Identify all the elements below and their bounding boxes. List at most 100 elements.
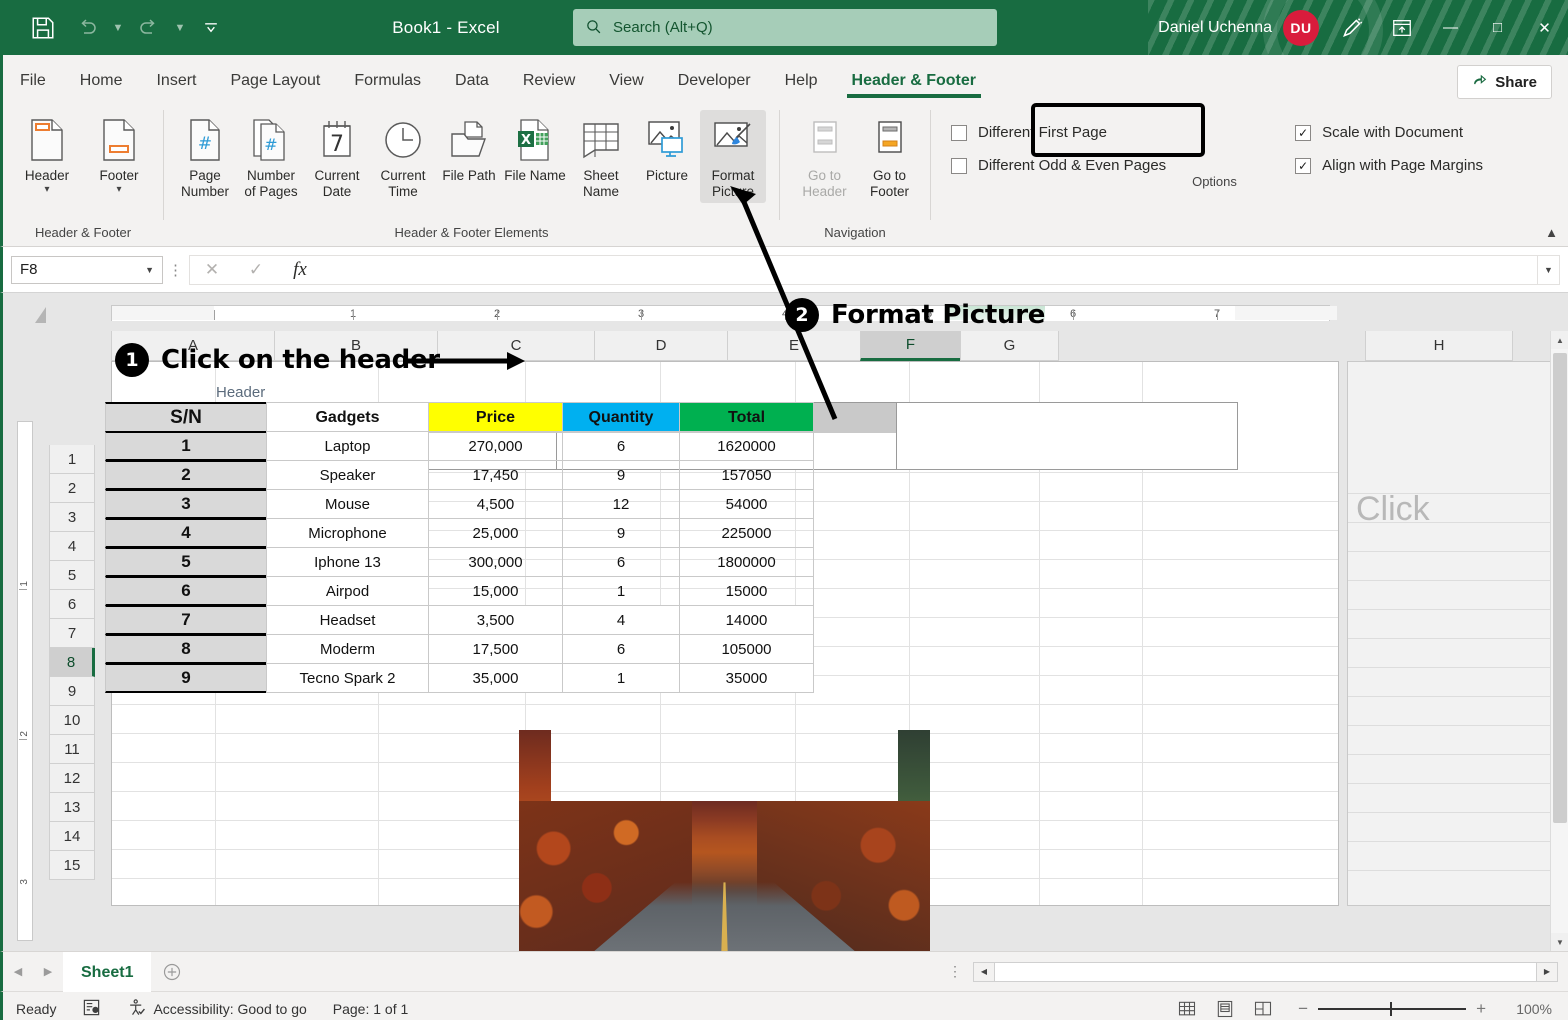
cell-quantity[interactable]: 9 (562, 518, 680, 548)
cell-price[interactable]: 17,450 (428, 460, 563, 490)
search-box[interactable] (573, 9, 997, 46)
cell-gadget[interactable]: Headset (266, 605, 429, 635)
row-header-4[interactable]: 4 (49, 532, 95, 561)
undo-dropdown-icon[interactable]: ▼ (110, 9, 126, 47)
tab-view[interactable]: View (592, 60, 660, 102)
checkbox-box[interactable]: ✓ (1295, 158, 1311, 174)
cell-sn[interactable]: 9 (105, 663, 267, 693)
chevron-down-icon[interactable]: ▾ (116, 187, 121, 193)
vertical-scroll-thumb[interactable] (1553, 353, 1567, 823)
picture-button[interactable]: Picture (634, 110, 700, 187)
cell-sn[interactable]: 6 (105, 576, 267, 606)
table-row[interactable]: 1 Laptop 270,000 6 1620000 (106, 432, 814, 461)
account-button[interactable]: Daniel Uchenna DU (1144, 10, 1327, 46)
cell-gadget[interactable]: Laptop (266, 431, 429, 461)
header-button[interactable]: Header ▾ (11, 110, 83, 196)
tab-insert[interactable]: Insert (139, 60, 213, 102)
row-header-1[interactable]: 1 (49, 445, 95, 474)
cell-gadget[interactable]: Iphone 13 (266, 547, 429, 577)
checkbox-box[interactable] (951, 158, 967, 174)
cell-total[interactable]: 1620000 (679, 431, 814, 461)
name-box[interactable]: F8 ▼ (11, 256, 163, 284)
accessibility-status[interactable]: Accessibility: Good to go (114, 994, 319, 1020)
cell-quantity[interactable]: 12 (562, 489, 680, 519)
scroll-up-icon[interactable]: ▲ (1551, 331, 1568, 349)
go-to-footer-button[interactable]: Go to Footer (857, 110, 922, 203)
current-date-button[interactable]: 7 Current Date (304, 110, 370, 203)
scroll-down-icon[interactable]: ▼ (1551, 933, 1568, 951)
current-time-button[interactable]: Current Time (370, 110, 436, 203)
avatar[interactable]: DU (1283, 10, 1319, 46)
undo-icon[interactable] (66, 9, 108, 47)
tab-home[interactable]: Home (63, 60, 140, 102)
tab-help[interactable]: Help (768, 60, 835, 102)
row-header-6[interactable]: 6 (49, 590, 95, 619)
column-header-E[interactable]: E (727, 331, 861, 361)
chevron-down-icon[interactable]: ▼ (145, 265, 154, 275)
cell-total[interactable]: 105000 (679, 634, 814, 664)
header-right-section[interactable] (897, 403, 1237, 469)
cell-quantity[interactable]: 6 (562, 547, 680, 577)
customize-qat-icon[interactable] (190, 9, 232, 47)
cell-gadget[interactable]: Tecno Spark 2 (266, 663, 429, 693)
sheet-tab-sheet1[interactable]: Sheet1 (63, 952, 151, 992)
row-header-13[interactable]: 13 (49, 793, 95, 822)
table-row[interactable]: 3 Mouse 4,500 12 54000 (106, 490, 814, 519)
sheet-name-button[interactable]: Sheet Name (568, 110, 634, 203)
record-macro-button[interactable] (69, 994, 114, 1020)
column-header-F[interactable]: F (860, 331, 961, 361)
cell-gadget[interactable]: Microphone (266, 518, 429, 548)
cell-price[interactable]: 25,000 (428, 518, 563, 548)
ribbon-display-options-icon[interactable] (1377, 0, 1427, 55)
tab-page-layout[interactable]: Page Layout (213, 60, 337, 102)
cell-quantity[interactable]: 6 (562, 634, 680, 664)
cell-price[interactable]: 15,000 (428, 576, 563, 606)
cell-total[interactable]: 54000 (679, 489, 814, 519)
row-header-8[interactable]: 8 (49, 648, 95, 677)
zoom-in-button[interactable]: + (1476, 999, 1486, 1019)
footer-button[interactable]: Footer ▾ (83, 110, 155, 196)
maximize-button[interactable]: □ (1474, 0, 1521, 55)
cell-quantity[interactable]: 4 (562, 605, 680, 635)
cell-sn[interactable]: 4 (105, 518, 267, 548)
table-row[interactable]: 5 Iphone 13 300,000 6 1800000 (106, 548, 814, 577)
checkbox-scale-with-document[interactable]: ✓ Scale with Document (1295, 124, 1568, 141)
tab-data[interactable]: Data (438, 60, 506, 102)
search-input[interactable] (613, 19, 985, 36)
table-row[interactable]: 2 Speaker 17,450 9 157050 (106, 461, 814, 490)
tab-split-handle[interactable]: ⋮ (948, 963, 973, 980)
cell-quantity[interactable]: 6 (562, 431, 680, 461)
row-header-10[interactable]: 10 (49, 706, 95, 735)
chevron-down-icon[interactable]: ▾ (44, 187, 49, 193)
cell-price[interactable]: 3,500 (428, 605, 563, 635)
insert-function-icon[interactable]: fx (278, 256, 322, 284)
cell-gadget[interactable]: Mouse (266, 489, 429, 519)
column-header-H[interactable]: H (1365, 331, 1513, 361)
scroll-left-icon[interactable]: ◀ (973, 962, 995, 982)
redo-dropdown-icon[interactable]: ▼ (172, 9, 188, 47)
cell-quantity[interactable]: 1 (562, 663, 680, 693)
cell-sn[interactable]: 2 (105, 460, 267, 490)
select-all-triangle-icon[interactable] (35, 307, 46, 323)
table-row[interactable]: 4 Microphone 25,000 9 225000 (106, 519, 814, 548)
ruler-track[interactable] (111, 305, 1330, 321)
cell-total[interactable]: 35000 (679, 663, 814, 693)
horizontal-scroll-track[interactable] (995, 962, 1536, 982)
row-header-14[interactable]: 14 (49, 822, 95, 851)
tab-review[interactable]: Review (506, 60, 592, 102)
cell-price[interactable]: 270,000 (428, 431, 563, 461)
expand-formula-bar-icon[interactable]: ▼ (1538, 255, 1560, 285)
vertical-scrollbar[interactable]: ▲ ▼ (1550, 331, 1568, 951)
zoom-out-button[interactable]: − (1298, 999, 1308, 1019)
cell-sn[interactable]: 1 (105, 431, 267, 461)
table-row[interactable]: 9 Tecno Spark 2 35,000 1 35000 (106, 664, 814, 693)
column-header-G[interactable]: G (960, 331, 1059, 361)
row-header-15[interactable]: 15 (49, 851, 95, 880)
table-row[interactable]: 8 Moderm 17,500 6 105000 (106, 635, 814, 664)
tab-formulas[interactable]: Formulas (337, 60, 438, 102)
normal-view-icon[interactable] (1170, 996, 1204, 1020)
cell-total[interactable]: 157050 (679, 460, 814, 490)
cell-quantity[interactable]: 1 (562, 576, 680, 606)
formula-input[interactable] (322, 255, 1538, 285)
zoom-slider-thumb[interactable] (1390, 1002, 1392, 1016)
